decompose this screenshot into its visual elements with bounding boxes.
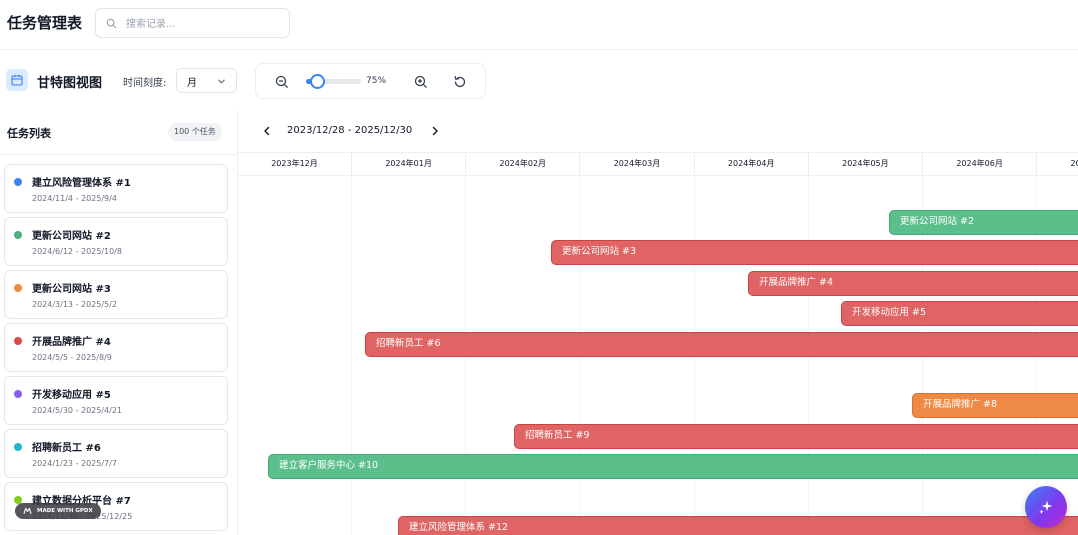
- timeline-month: 2024年03月: [580, 153, 695, 177]
- task-list-item[interactable]: 更新公司网站 #2 2024/6/12 - 2025/10/8: [4, 217, 228, 266]
- made-with-text: MADE WITH GPDX: [37, 508, 93, 514]
- calendar-icon-badge: [6, 69, 28, 91]
- task-list-header: 任务列表 100 个任务: [0, 111, 237, 155]
- reset-icon[interactable]: [452, 74, 468, 90]
- search-icon: [106, 18, 117, 29]
- timeline-month: 2024年01月: [352, 153, 467, 177]
- gantt-bar[interactable]: 开展品牌推广 #8: [912, 393, 1078, 419]
- task-name: 开发移动应用 #5: [32, 390, 111, 401]
- timeline-month: 2024年02月: [466, 153, 581, 177]
- task-status-dot: [14, 231, 22, 239]
- gantt-chart: 2023/12/28 - 2025/12/30 2023年12月 2024年01月…: [238, 111, 1078, 535]
- zoom-out-icon[interactable]: [274, 74, 290, 90]
- task-status-dot: [14, 390, 22, 398]
- timeline-month: 2024年05月: [809, 153, 923, 177]
- task-list-title: 任务列表: [7, 127, 51, 140]
- task-name: 招聘新员工 #6: [32, 443, 101, 454]
- task-list-item[interactable]: 开展品牌推广 #4 2024/5/5 - 2025/8/9: [4, 323, 228, 372]
- zoom-in-icon[interactable]: [413, 74, 429, 90]
- top-bar: 任务管理表: [0, 0, 1078, 50]
- zoom-slider-thumb[interactable]: [310, 74, 325, 89]
- ai-assistant-button[interactable]: [1025, 486, 1067, 528]
- gantt-bar[interactable]: 建立客户服务中心 #10: [268, 454, 1078, 480]
- timeline-month: 2024年07月: [1037, 153, 1078, 177]
- made-with-badge[interactable]: MADE WITH GPDX: [15, 503, 101, 519]
- sparkle-icon: [1039, 500, 1053, 514]
- time-scale-label: 时间刻度:: [123, 78, 167, 89]
- timeline-header: 2023年12月 2024年01月 2024年02月 2024年03月 2024年04月…: [238, 152, 1078, 177]
- task-status-dot: [14, 284, 22, 292]
- zoom-percent: 75%: [366, 76, 387, 86]
- gantt-bar[interactable]: 开发移动应用 #5: [841, 301, 1078, 327]
- task-list-item[interactable]: 更新公司网站 #3 2024/3/13 - 2025/5/2: [4, 270, 228, 319]
- task-name: 更新公司网站 #3: [32, 284, 111, 295]
- task-date-range: 2024/5/5 - 2025/8/9: [32, 353, 112, 362]
- gantt-bar[interactable]: 建立风险管理体系 #12: [398, 515, 1078, 535]
- timeline-month: 2024年06月: [923, 153, 1038, 177]
- time-scale-select[interactable]: 月: [176, 68, 237, 93]
- task-date-range: 2024/11/4 - 2025/9/4: [32, 194, 117, 203]
- gantt-bar[interactable]: 更新公司网站 #3: [551, 240, 1078, 266]
- zoom-controls: 75%: [255, 63, 486, 99]
- task-name: 更新公司网站 #2: [32, 231, 111, 242]
- task-status-dot: [14, 178, 22, 186]
- app-title: 任务管理表: [7, 14, 83, 32]
- view-title: 甘特图视图: [37, 76, 103, 91]
- task-list-item[interactable]: 开发移动应用 #5 2024/5/30 - 2025/4/21: [4, 376, 228, 425]
- zoom-slider[interactable]: [306, 74, 361, 89]
- date-range-label: 2023/12/28 - 2025/12/30: [287, 125, 413, 136]
- search-input[interactable]: [126, 15, 281, 33]
- gantt-bar[interactable]: 开展品牌推广 #4: [748, 270, 1078, 296]
- gantt-bar[interactable]: 招聘新员工 #6: [365, 332, 1078, 357]
- task-list-panel: 任务列表 100 个任务 建立风险管理体系 #1 2024/11/4 - 2025…: [0, 111, 238, 535]
- task-status-dot: [14, 337, 22, 345]
- gantt-bar[interactable]: 更新公司网站 #2: [889, 209, 1078, 235]
- chevron-right-icon[interactable]: [429, 125, 441, 137]
- task-count-badge: 100 个任务: [168, 123, 222, 141]
- gantt-bar[interactable]: 招聘新员工 #9: [514, 423, 1078, 449]
- time-scale-value: 月: [187, 78, 197, 89]
- task-status-dot: [14, 443, 22, 451]
- calendar-icon: [11, 74, 23, 86]
- task-list-item[interactable]: 建立风险管理体系 #1 2024/11/4 - 2025/9/4: [4, 164, 228, 213]
- task-date-range: 2024/1/23 - 2025/7/7: [32, 459, 117, 468]
- grid-line: [351, 176, 352, 535]
- task-date-range: 2024/5/30 - 2025/4/21: [32, 406, 123, 415]
- task-date-range: 2024/3/13 - 2025/5/2: [32, 300, 117, 309]
- task-date-range: 2024/6/12 - 2025/10/8: [32, 247, 123, 256]
- chevron-left-icon[interactable]: [261, 125, 273, 137]
- logo-icon: [23, 507, 32, 514]
- search-box[interactable]: [95, 8, 290, 38]
- chevron-down-icon: [218, 79, 225, 84]
- timeline-month: 2023年12月: [238, 153, 352, 177]
- task-name: 开展品牌推广 #4: [32, 337, 111, 348]
- task-list-item[interactable]: 招聘新员工 #6 2024/1/23 - 2025/7/7: [4, 429, 228, 478]
- task-name: 建立风险管理体系 #1: [32, 178, 131, 189]
- timeline-month: 2024年04月: [695, 153, 809, 177]
